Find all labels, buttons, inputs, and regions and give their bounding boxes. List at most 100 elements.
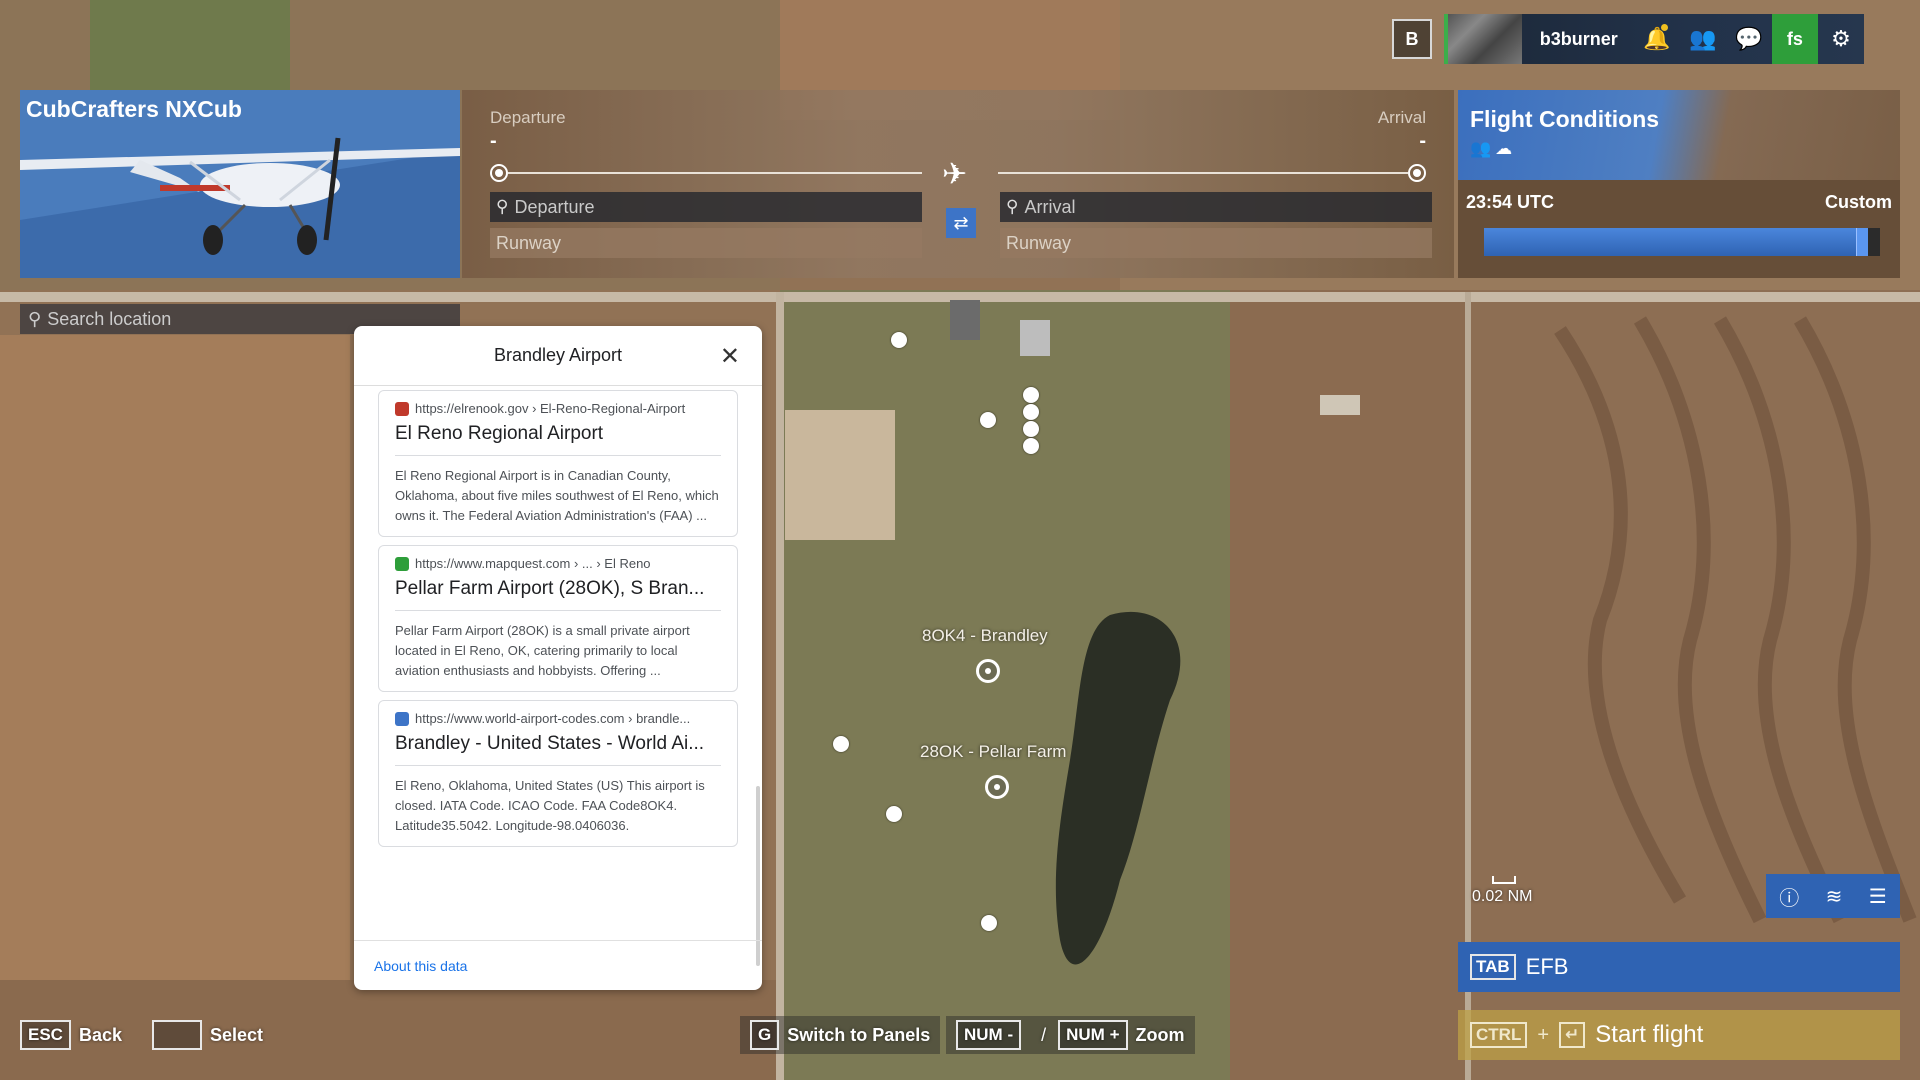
- back-control[interactable]: ESC Back: [20, 1016, 122, 1054]
- aircraft-card[interactable]: CubCrafters NXCub: [20, 90, 460, 278]
- arrival-point[interactable]: [1408, 164, 1426, 182]
- favicon-icon: [395, 557, 409, 571]
- marketplace-icon[interactable]: fs: [1771, 14, 1818, 64]
- map-tools: ⓘ ≋ ☰: [1766, 874, 1900, 918]
- search-results: https://elrenook.gov › El-Reno-Regional-…: [378, 390, 738, 855]
- waypoint-marker[interactable]: [1023, 421, 1039, 437]
- conditions-mode: Custom: [1825, 192, 1892, 212]
- arrival-caption: Arrival: [1377, 108, 1426, 127]
- switch-panels-label: Switch to Panels: [787, 1024, 931, 1045]
- result-title[interactable]: Pellar Farm Airport (28OK), S Bran...: [395, 578, 721, 611]
- waypoint-marker[interactable]: [981, 915, 997, 931]
- friends-icon[interactable]: 👥: [1680, 14, 1726, 64]
- waypoint-marker[interactable]: [980, 412, 996, 428]
- departure-track: [508, 172, 922, 174]
- info-icon[interactable]: ⓘ: [1779, 882, 1799, 911]
- key-hint-b: B: [1392, 19, 1432, 59]
- efb-label: EFB: [1525, 954, 1569, 979]
- chat-icon[interactable]: 💬: [1726, 14, 1772, 64]
- plus-icon: +: [1537, 1023, 1550, 1046]
- waypoint-marker[interactable]: [886, 806, 902, 822]
- layers-icon[interactable]: ≋: [1826, 884, 1843, 909]
- departure-search-input[interactable]: ⚲ Departure: [490, 192, 922, 222]
- flight-conditions-panel[interactable]: Flight Conditions 👥☁ 23:54 UTC Custom: [1458, 90, 1900, 278]
- waypoint-marker[interactable]: [833, 736, 849, 752]
- search-result[interactable]: https://elrenook.gov › El-Reno-Regional-…: [378, 390, 738, 537]
- start-flight-label: Start flight: [1595, 1021, 1704, 1048]
- g-key-hint: G: [750, 1020, 780, 1050]
- departure-value: -: [490, 130, 497, 152]
- favicon-icon: [395, 402, 409, 416]
- airport-marker-brandley[interactable]: [976, 659, 1000, 683]
- cloud-icon: ☁: [1495, 139, 1517, 158]
- scale-bar: [1492, 876, 1516, 884]
- space-key-icon: [152, 1020, 202, 1050]
- popup-scrollbar[interactable]: [756, 786, 760, 966]
- departure-runway-field[interactable]: Runway: [490, 228, 922, 258]
- airport-marker-pellar-farm[interactable]: [985, 775, 1009, 799]
- scale-label: 0.02 NM: [1472, 888, 1533, 905]
- map-scale: 0.02 NM: [1472, 876, 1532, 906]
- avatar[interactable]: [1448, 14, 1522, 64]
- search-icon: ⚲: [28, 308, 42, 329]
- start-flight-button[interactable]: CTRL + ↵ Start flight: [1458, 1010, 1900, 1060]
- waypoint-marker[interactable]: [1023, 404, 1039, 420]
- notification-dot: [1660, 24, 1668, 31]
- departure-caption: Departure: [490, 108, 566, 127]
- arrival-track: [998, 172, 1408, 174]
- time-display: 23:54 UTC: [1466, 192, 1555, 212]
- zoom-label: Zoom: [1135, 1024, 1185, 1045]
- departure-point[interactable]: [490, 164, 508, 182]
- close-icon[interactable]: ✕: [720, 342, 740, 371]
- swap-icon: ⇄: [953, 212, 969, 233]
- enter-key-icon: ↵: [1559, 1022, 1586, 1048]
- favicon-icon: [395, 712, 409, 726]
- airplane-icon: ✈: [942, 158, 968, 191]
- top-bar: B b3burner 🔔 👥 💬 fs ⚙: [1392, 14, 1900, 64]
- efb-button[interactable]: TAB EFB: [1458, 942, 1900, 992]
- search-icon: ⚲: [1006, 197, 1019, 216]
- time-of-day-slider[interactable]: [1484, 228, 1880, 256]
- select-control[interactable]: Select: [152, 1016, 263, 1054]
- search-result[interactable]: https://www.world-airport-codes.com › br…: [378, 700, 738, 847]
- zoom-out-key-hint: NUM -: [956, 1020, 1022, 1050]
- zoom-control[interactable]: NUM - / NUM + Zoom: [946, 1016, 1195, 1054]
- arrival-search-input[interactable]: ⚲ Arrival: [1000, 192, 1432, 222]
- swap-button[interactable]: ⇄: [946, 208, 976, 238]
- search-location-placeholder: Search location: [47, 308, 172, 329]
- flight-conditions-title: Flight Conditions: [1470, 106, 1660, 132]
- result-title[interactable]: Brandley - United States - World Ai...: [395, 733, 721, 766]
- arrival-runway-field[interactable]: Runway: [1000, 228, 1432, 258]
- result-snippet: El Reno, Oklahoma, United States (US) Th…: [395, 778, 705, 833]
- separator: /: [1041, 1024, 1047, 1045]
- search-result[interactable]: https://www.mapquest.com › ... › El Reno…: [378, 545, 738, 692]
- back-label: Back: [78, 1024, 122, 1045]
- arrival-value: -: [1419, 130, 1426, 152]
- tab-key-hint: TAB: [1470, 954, 1516, 980]
- bell-icon[interactable]: 🔔: [1634, 14, 1680, 64]
- esc-key-hint: ESC: [20, 1020, 71, 1050]
- popup-title: Brandley Airport: [493, 345, 623, 365]
- profile-bar: b3burner 🔔 👥 💬 fs ⚙: [1444, 14, 1864, 64]
- username[interactable]: b3burner: [1522, 29, 1634, 50]
- zoom-in-key-hint: NUM +: [1058, 1020, 1128, 1050]
- waypoint-marker[interactable]: [1023, 438, 1039, 454]
- popup-header: Brandley Airport ✕: [354, 326, 762, 386]
- slider-handle[interactable]: [1856, 228, 1869, 256]
- waypoint-marker[interactable]: [1023, 387, 1039, 403]
- departure-placeholder: Departure: [514, 196, 595, 217]
- waypoint-marker[interactable]: [891, 332, 907, 348]
- gear-icon[interactable]: ⚙: [1818, 14, 1864, 64]
- switch-panels-control[interactable]: G Switch to Panels: [740, 1016, 941, 1054]
- select-label: Select: [210, 1024, 264, 1045]
- airport-label-brandley: 8OK4 - Brandley: [922, 626, 1048, 645]
- about-data-link[interactable]: About this data: [354, 940, 762, 990]
- result-url: https://www.world-airport-codes.com › br…: [415, 711, 691, 726]
- ctrl-key-hint: CTRL: [1470, 1022, 1528, 1048]
- arrival-placeholder: Arrival: [1024, 196, 1076, 217]
- filter-icon[interactable]: ☰: [1869, 884, 1887, 909]
- flight-conditions-header[interactable]: Flight Conditions 👥☁: [1458, 90, 1900, 180]
- time-of-day-section: 23:54 UTC Custom: [1458, 180, 1900, 278]
- result-title[interactable]: El Reno Regional Airport: [395, 423, 721, 456]
- flight-plan-panel: Departure Arrival - - ✈ ⚲ Departure Runw…: [462, 90, 1454, 278]
